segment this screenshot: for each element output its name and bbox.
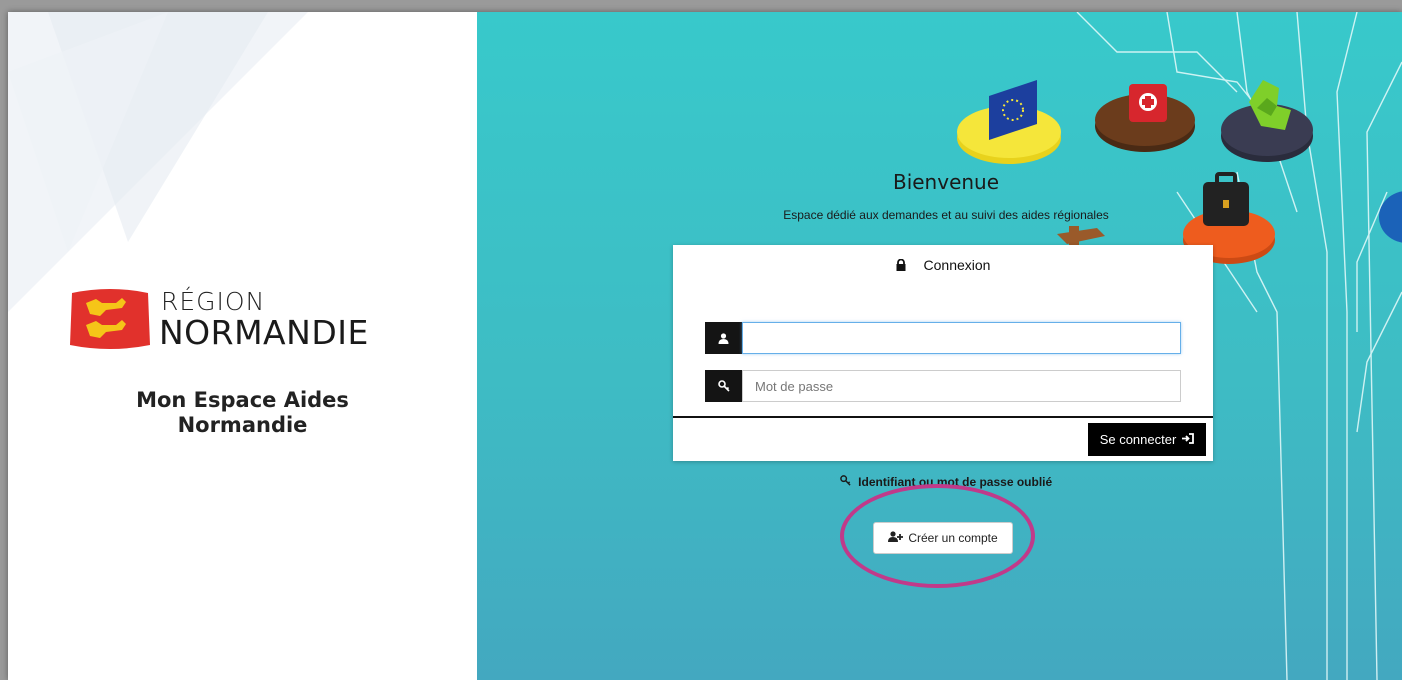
app-name: Mon Espace Aides Normandie xyxy=(8,388,477,438)
login-heading-label: Connexion xyxy=(923,257,991,273)
create-account-label: Créer un compte xyxy=(908,531,998,545)
region-normandie-logo: RÉGION NORMANDIE xyxy=(68,287,428,357)
login-panel: Connexion Se connecter xyxy=(673,245,1213,461)
forgot-credentials-link[interactable]: Identifiant ou mot de passe oublié xyxy=(477,475,1402,489)
password-field xyxy=(705,370,1181,402)
app-name-line1: Mon Espace Aides xyxy=(136,388,349,412)
user-plus-icon xyxy=(888,531,904,545)
login-button-label: Se connecter xyxy=(1099,432,1177,447)
brand-panel: RÉGION NORMANDIE Mon Espace Aides Norman… xyxy=(8,12,477,680)
panel-divider xyxy=(673,416,1213,418)
key-icon xyxy=(839,475,854,489)
sign-in-icon xyxy=(1182,432,1195,447)
user-icon xyxy=(705,322,742,354)
normandy-flag-icon xyxy=(70,289,150,349)
welcome-title: Bienvenue xyxy=(892,170,1000,194)
app-name-line2: Normandie xyxy=(177,413,308,437)
background-decoration xyxy=(8,12,308,312)
recycle-badge xyxy=(1221,80,1313,162)
password-input[interactable] xyxy=(742,370,1181,402)
first-aid-badge xyxy=(1095,84,1195,152)
lock-icon xyxy=(896,258,906,274)
eu-flag-badge xyxy=(957,80,1061,164)
brand-region-label: RÉGION xyxy=(161,287,266,316)
username-input[interactable] xyxy=(742,322,1181,354)
create-account-button[interactable]: Créer un compte xyxy=(873,522,1013,554)
brand-region-name: NORMANDIE xyxy=(159,313,369,352)
login-button[interactable]: Se connecter xyxy=(1088,423,1206,456)
username-field xyxy=(705,322,1181,354)
page-frame: RÉGION NORMANDIE Mon Espace Aides Norman… xyxy=(8,12,1402,680)
login-heading: Connexion xyxy=(673,257,1213,274)
forgot-credentials-label: Identifiant ou mot de passe oublié xyxy=(858,475,1053,489)
welcome-subtitle: Espace dédié aux demandes et au suivi de… xyxy=(783,208,1109,222)
login-area: Bienvenue Espace dédié aux demandes et a… xyxy=(477,12,1402,680)
key-icon xyxy=(705,370,742,402)
